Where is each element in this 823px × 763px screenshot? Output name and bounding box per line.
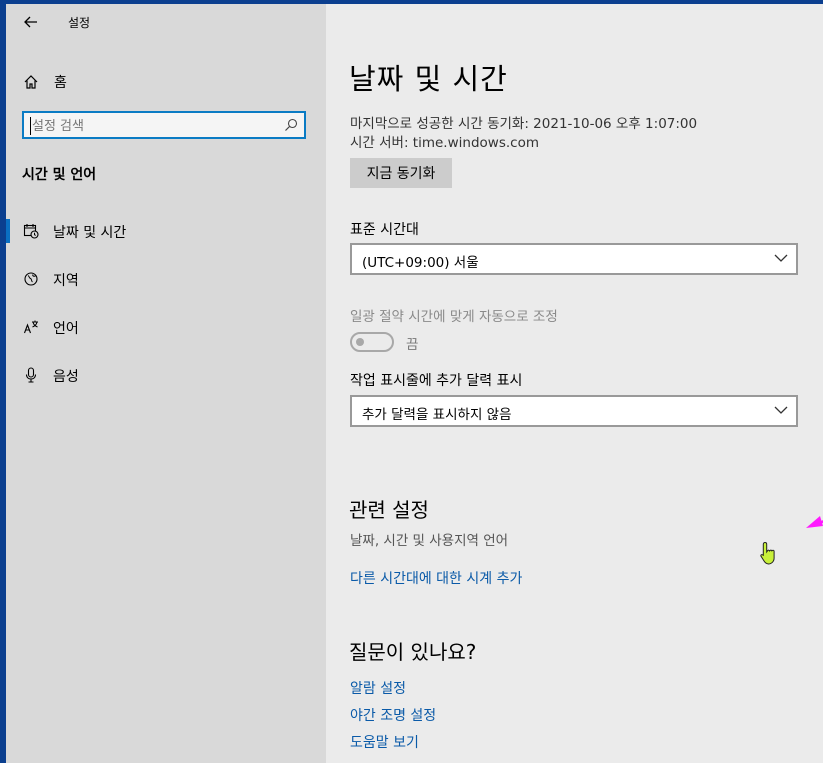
toggle-knob (356, 338, 364, 346)
microphone-icon (25, 367, 37, 383)
home-icon (24, 75, 38, 89)
qa-link-alarms[interactable]: 알람 설정 (350, 678, 406, 698)
selection-indicator (6, 219, 10, 243)
qa-title: 질문이 있나요? (349, 640, 477, 664)
back-button[interactable] (18, 10, 44, 34)
timezone-value: (UTC+09:00) 서울 (362, 255, 479, 271)
chevron-down-icon (774, 406, 788, 414)
dst-toggle[interactable] (350, 332, 394, 352)
sidebar-item-region[interactable]: 지역 (6, 260, 326, 308)
app-title: 설정 (68, 16, 91, 30)
search-box[interactable] (22, 111, 306, 139)
annotation-arrow-icon (806, 516, 823, 528)
calendar-label: 작업 표시줄에 추가 달력 표시 (350, 373, 523, 389)
date-time-icon (23, 224, 39, 239)
sidebar-item-language[interactable]: 언어 (6, 308, 326, 356)
dst-toggle-state: 끔 (406, 337, 419, 353)
text-caret (30, 117, 31, 135)
title-bar: 설정 (6, 4, 326, 40)
page-title: 날짜 및 시간 (349, 62, 508, 96)
qa-link-night-light[interactable]: 야간 조명 설정 (350, 705, 436, 725)
sidebar: 설정 홈 시간 및 언어 (6, 4, 326, 763)
sidebar-item-date-time[interactable]: 날짜 및 시간 (6, 212, 326, 260)
sidebar-item-home[interactable]: 홈 (6, 66, 326, 96)
sidebar-item-label: 홈 (54, 75, 67, 91)
search-input[interactable] (32, 116, 272, 136)
sidebar-item-label: 음성 (53, 369, 79, 385)
language-icon (23, 320, 38, 334)
qa-link-help[interactable]: 도움말 보기 (350, 732, 419, 752)
timezone-label: 표준 시간대 (350, 222, 419, 238)
related-link-add-clocks[interactable]: 다른 시간대에 대한 시계 추가 (350, 568, 522, 588)
chevron-down-icon (774, 254, 788, 262)
timezone-dropdown[interactable]: (UTC+09:00) 서울 (350, 243, 798, 275)
main-content: 날짜 및 시간 마지막으로 성공한 시간 동기화: 2021-10-06 오후 … (326, 4, 823, 763)
hand-cursor-icon (760, 541, 775, 565)
back-arrow-icon (24, 16, 37, 28)
sidebar-nav: 날짜 및 시간 지역 언어 음성 (6, 212, 326, 404)
dst-label: 일광 절약 시간에 맞게 자동으로 조정 (350, 309, 558, 325)
calendar-value: 추가 달력을 표시하지 않음 (362, 407, 512, 423)
related-link-region-language[interactable]: 날짜, 시간 및 사용지역 언어 (350, 529, 508, 549)
sync-now-button[interactable]: 지금 동기화 (350, 158, 452, 188)
sidebar-item-speech[interactable]: 음성 (6, 356, 326, 404)
sidebar-item-label: 지역 (53, 273, 79, 289)
last-sync-text: 마지막으로 성공한 시간 동기화: 2021-10-06 오후 1:07:00 (350, 116, 698, 132)
sidebar-item-label: 언어 (53, 321, 79, 337)
related-settings-title: 관련 설정 (349, 498, 429, 522)
calendar-dropdown[interactable]: 추가 달력을 표시하지 않음 (350, 395, 798, 427)
globe-icon (24, 272, 38, 286)
search-icon[interactable] (284, 118, 298, 132)
settings-window: 설정 홈 시간 및 언어 (6, 4, 823, 763)
time-server-text: 시간 서버: time.windows.com (350, 135, 539, 151)
sidebar-item-label: 날짜 및 시간 (53, 225, 127, 241)
section-title: 시간 및 언어 (22, 167, 97, 183)
